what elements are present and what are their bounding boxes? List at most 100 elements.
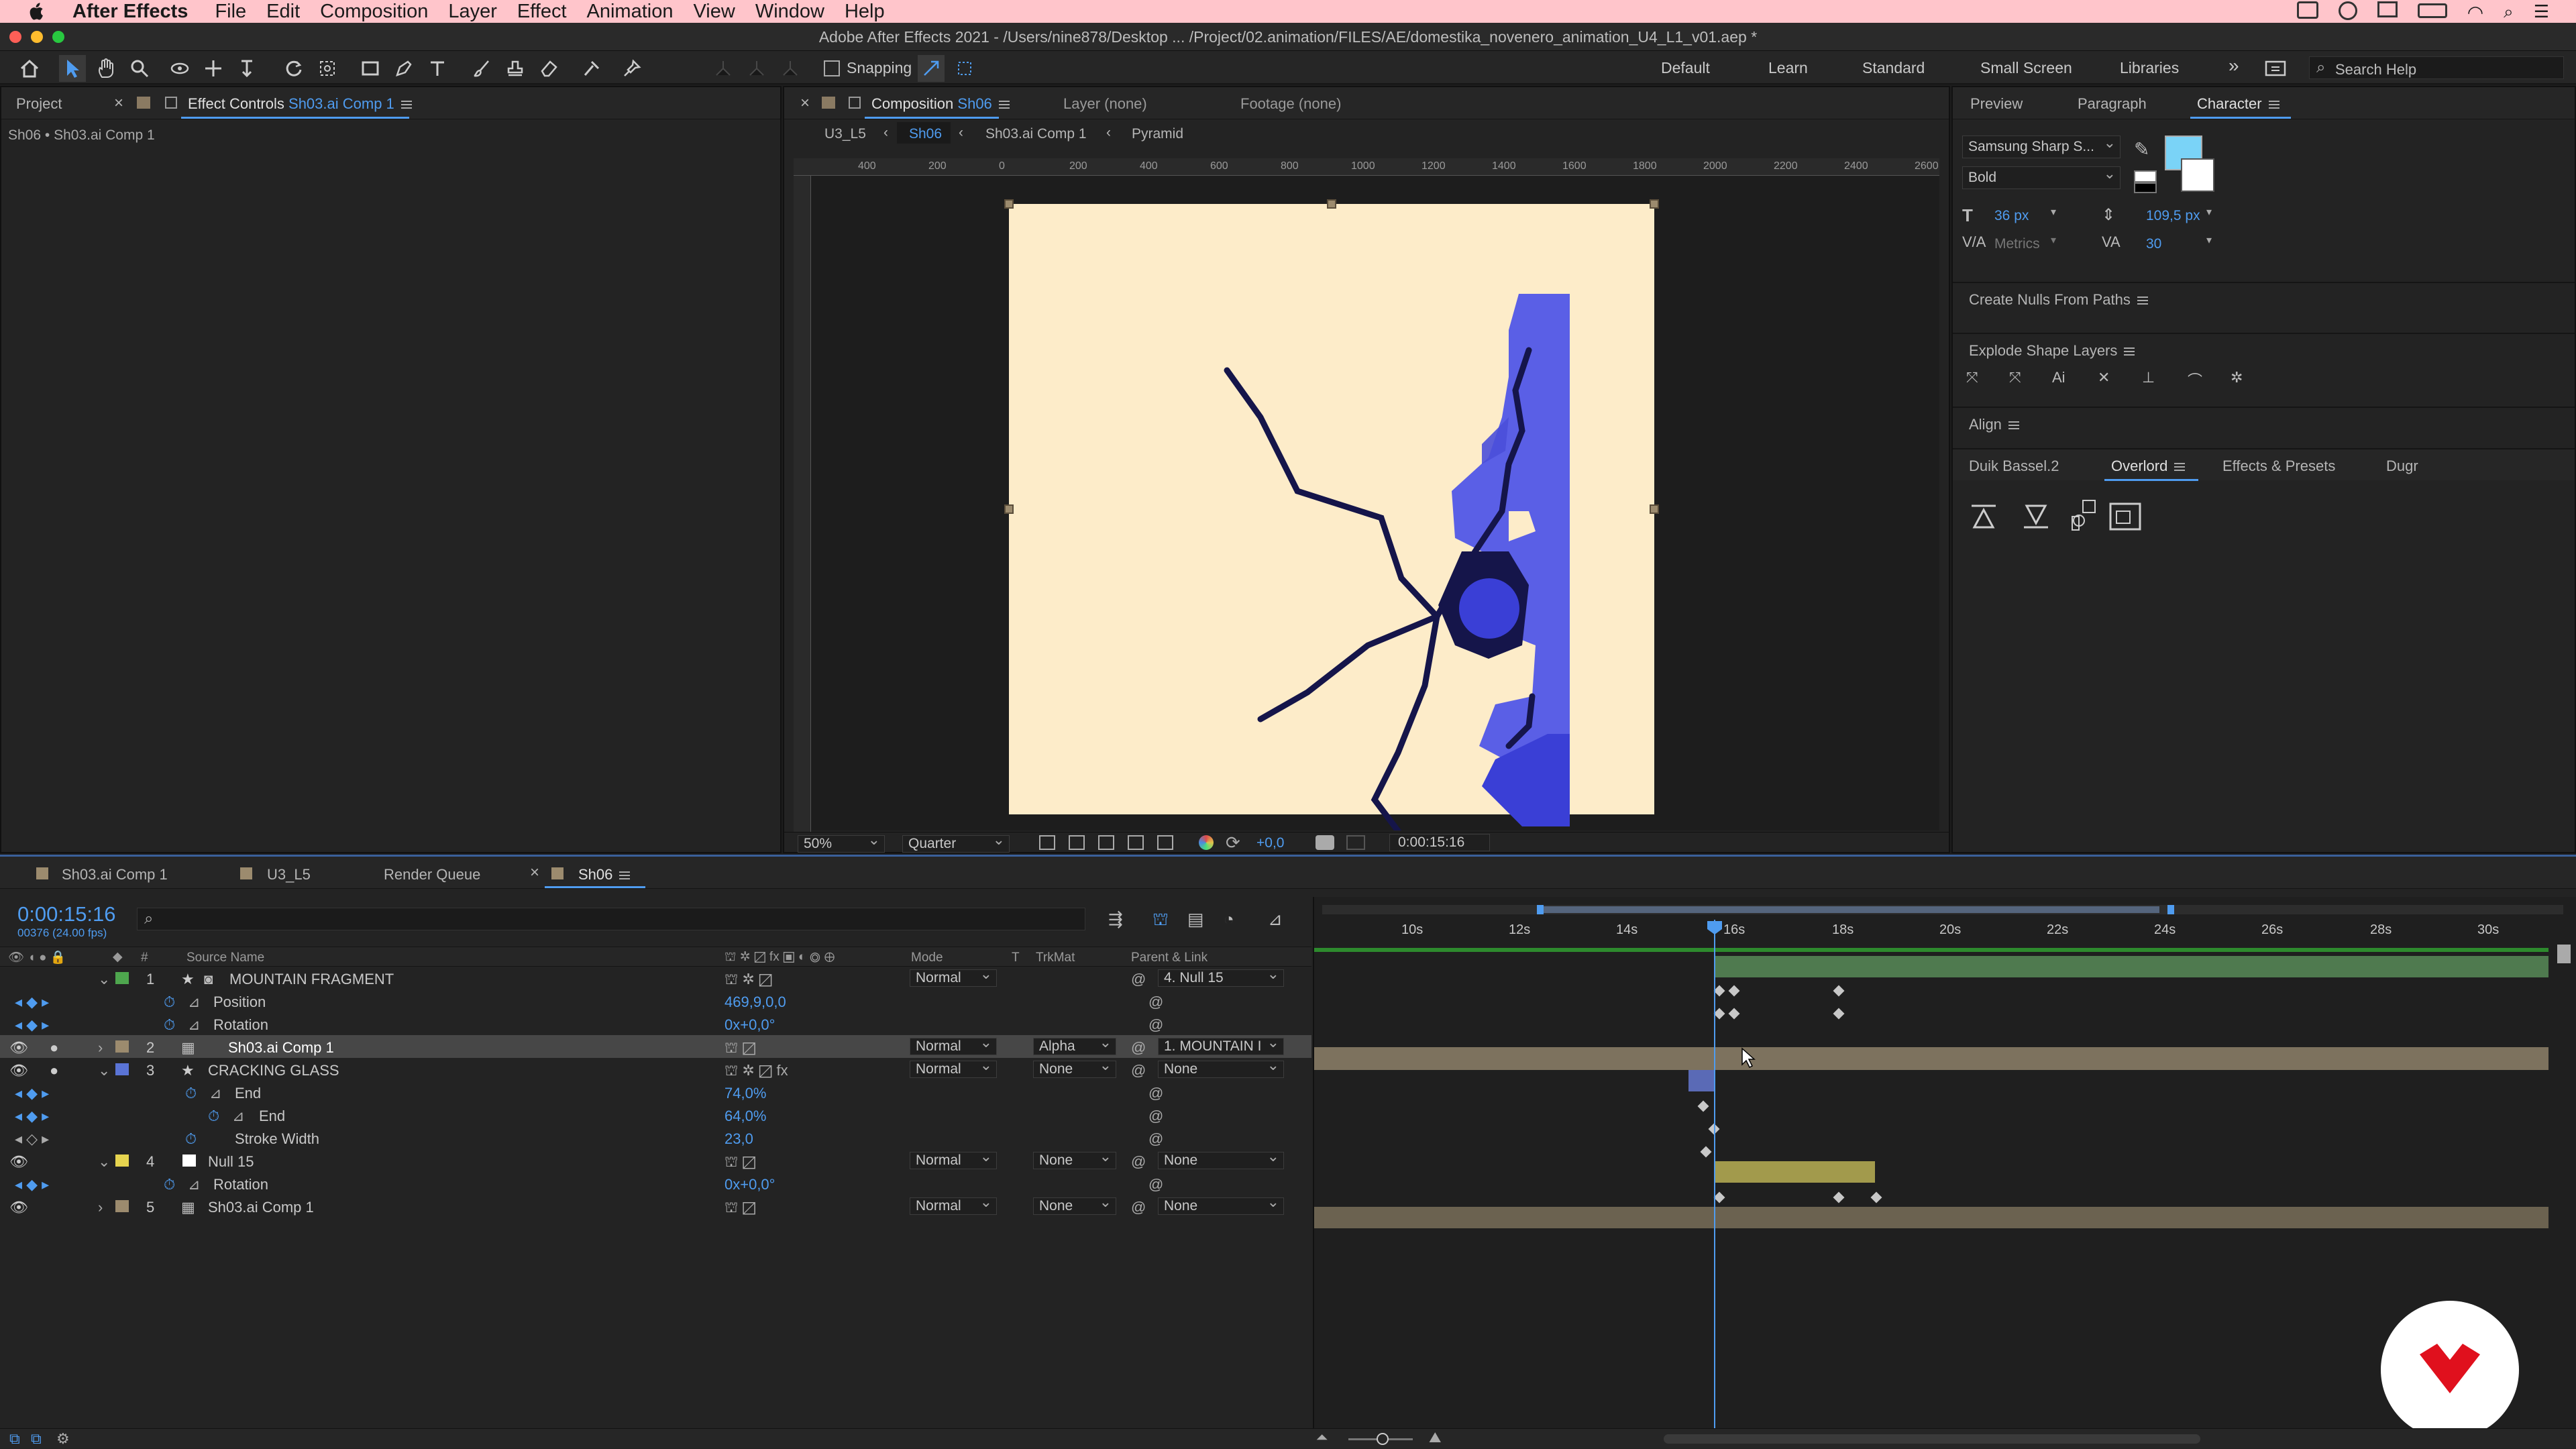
workspace-learn[interactable]: Learn	[1768, 59, 1808, 77]
workspace-default[interactable]: Default	[1661, 59, 1710, 77]
tab-dugr[interactable]: Dugr	[2386, 458, 2418, 475]
label-color-chip[interactable]	[115, 1200, 129, 1212]
property-row-position[interactable]: ◂ ◆ ▸ ⏱ ⊿ Position 469,9,0,0 @	[0, 989, 1311, 1012]
keyframe-navigator-icon[interactable]: ◂ ◆ ▸	[15, 1085, 49, 1102]
graph-icon[interactable]: ⊿	[188, 994, 200, 1011]
horizontal-scrollbar[interactable]	[1664, 1434, 2200, 1444]
color-channels-icon[interactable]	[1199, 835, 1214, 850]
layer-name[interactable]: Sh03.ai Comp 1	[208, 1199, 314, 1216]
kerning-caret-icon[interactable]: ▾	[2051, 233, 2056, 247]
timeline-tab-render-queue[interactable]: Render Queue	[384, 866, 480, 883]
region-of-interest-icon[interactable]	[1039, 835, 1055, 850]
snapping-checkbox[interactable]	[824, 60, 840, 76]
clone-stamp-tool-icon[interactable]	[502, 55, 529, 82]
comp-panel-menu-icon[interactable]	[998, 101, 1010, 109]
wifi-icon[interactable]: ◠	[2467, 1, 2483, 23]
stroke-width-value[interactable]: 23,0	[724, 1130, 753, 1148]
rotation2-value[interactable]: 0x+0,0°	[724, 1176, 775, 1193]
zoom-tool-icon[interactable]	[126, 55, 153, 82]
frame-blending-icon[interactable]: ▤	[1187, 909, 1204, 930]
expression-pickwhip-icon[interactable]: @	[1148, 1085, 1163, 1102]
exposure-value[interactable]: +0,0	[1256, 835, 1284, 851]
roto-brush-tool-icon[interactable]	[578, 55, 605, 82]
visibility-eye-icon[interactable]: 👁	[9, 1153, 28, 1171]
label-color-chip[interactable]	[115, 1063, 129, 1075]
character-menu-icon[interactable]	[2268, 101, 2279, 109]
leading-caret-icon[interactable]: ▾	[2206, 205, 2212, 219]
layer-switches[interactable]: ⛫ ✲ ⧄ fx	[724, 1062, 788, 1081]
keyframe-marker[interactable]	[1833, 1191, 1845, 1203]
property-row-rotation-2[interactable]: ◂ ◆ ▸ ⏱ ⊿ Rotation 0x+0,0° @	[0, 1172, 1311, 1195]
position-value[interactable]: 469,9,0,0	[724, 994, 786, 1011]
stroke-color-swatch[interactable]	[2181, 158, 2214, 192]
layer-bar-null-15[interactable]	[1714, 1161, 1875, 1183]
timeline-tab-sh03[interactable]: Sh03.ai Comp 1	[62, 866, 168, 883]
pick-whip-icon[interactable]: @	[1131, 971, 1146, 988]
overlord-settings-icon[interactable]	[2071, 499, 2098, 534]
type-tool-icon[interactable]	[424, 55, 451, 82]
tab-footage[interactable]: Footage (none)	[1240, 95, 1341, 113]
layer-name[interactable]: CRACKING GLASS	[208, 1062, 339, 1079]
time-ruler[interactable]: 10s 12s 14s 16s 18s 20s 22s 24s 26s 28s …	[1314, 920, 2548, 944]
nav-comp-pyramid[interactable]: Pyramid	[1132, 126, 1183, 142]
explode-shape-menu-icon[interactable]	[2124, 347, 2135, 356]
font-size-caret-icon[interactable]: ▾	[2051, 205, 2056, 219]
menu-app-name[interactable]: After Effects	[72, 1, 188, 23]
explode-tool-x-icon[interactable]: ✕	[2098, 369, 2110, 386]
graph-icon[interactable]: ⊿	[188, 1016, 200, 1034]
pan-camera-tool-icon[interactable]	[200, 55, 227, 82]
tab-composition[interactable]: Composition Sh06	[871, 95, 1010, 113]
workspace-standard[interactable]: Standard	[1862, 59, 1925, 77]
end-value[interactable]: 74,0%	[724, 1085, 766, 1102]
menu-layer[interactable]: Layer	[448, 1, 497, 23]
layer-row[interactable]: ⌄ 1 ★ ◙ MOUNTAIN FRAGMENT ⛫ ✲ ⧄ Normal @…	[0, 966, 1311, 989]
current-time-indicator[interactable]	[1714, 920, 1715, 1440]
keyframe-navigator-icon[interactable]: ◂ ◆ ▸	[15, 1016, 49, 1034]
layer-search-input[interactable]: ⌕	[137, 908, 1085, 930]
menu-file[interactable]: File	[215, 1, 246, 23]
close-timeline-tab-icon[interactable]: ×	[530, 863, 539, 882]
home-icon[interactable]	[16, 55, 43, 82]
overlord-push-icon[interactable]	[1969, 503, 1998, 530]
navigator-end-handle[interactable]	[2167, 905, 2174, 914]
pick-whip-icon[interactable]: @	[1131, 1039, 1146, 1057]
white-swatch[interactable]	[2134, 170, 2157, 182]
snapshot-camera-icon[interactable]	[1316, 835, 1334, 850]
expression-pickwhip-icon[interactable]: @	[1148, 1130, 1163, 1148]
layer-switches[interactable]: ⛫ ⧄	[724, 1153, 756, 1173]
twirl-closed-icon[interactable]: ›	[98, 1039, 103, 1057]
show-snapshot-icon[interactable]	[1346, 835, 1365, 850]
menu-effect[interactable]: Effect	[517, 1, 567, 23]
layer-bar-sh03-selected[interactable]	[1314, 1047, 2548, 1070]
align-menu-icon[interactable]	[2008, 421, 2019, 430]
shy-layers-icon[interactable]: ⛫	[1152, 909, 1169, 932]
search-help-field[interactable]: ⌕ Search Help	[2309, 56, 2564, 79]
explode-tool-1-icon[interactable]: ⤧	[1966, 369, 1978, 386]
end2-value[interactable]: 64,0%	[724, 1108, 766, 1125]
graph-editor-icon[interactable]: ⊿	[1268, 909, 1283, 930]
property-row-end-2[interactable]: ◂ ◆ ▸ ⏱ ⊿ End 64,0% @	[0, 1104, 1311, 1126]
render-time-toggle-icon[interactable]: ⚙	[56, 1430, 70, 1448]
creative-cloud-icon[interactable]	[2338, 1, 2357, 20]
av-features-header-icon[interactable]: 👁 ◖ ● 🔒	[8, 949, 66, 965]
keyframe-marker[interactable]	[1713, 1008, 1725, 1020]
view-axis-mode-icon[interactable]	[777, 55, 804, 82]
switches-header-icon[interactable]: ⛫ ✲ ⧄ fx ▣ ◐ ◎ ⊕	[724, 949, 835, 966]
property-row-end[interactable]: ◂ ◆ ▸ ⏱ ⊿ End 74,0% @	[0, 1081, 1311, 1104]
explode-tool-5-icon[interactable]: ⊥	[2142, 369, 2155, 386]
pick-whip-icon[interactable]: @	[1131, 1153, 1146, 1171]
snap-to-edges-icon[interactable]	[918, 55, 945, 82]
stopwatch-icon[interactable]: ⏱	[164, 1176, 175, 1193]
tracking-caret-icon[interactable]: ▾	[2206, 233, 2212, 247]
parent-dropdown[interactable]: None	[1158, 1148, 1284, 1169]
property-row-stroke-width[interactable]: ◂ ◇ ▸ ⏱ Stroke Width 23,0 @	[0, 1126, 1311, 1149]
control-center-icon[interactable]: ☰	[2534, 1, 2549, 23]
font-style-dropdown[interactable]: Bold	[1962, 163, 2121, 189]
resolution-dropdown[interactable]: Quarter	[902, 832, 1010, 853]
keyframe-marker[interactable]	[1728, 985, 1740, 997]
menu-animation[interactable]: Animation	[587, 1, 674, 23]
tab-project[interactable]: Project	[16, 95, 62, 113]
keyframe-marker[interactable]	[1833, 1008, 1845, 1020]
anchor-point-tool-icon[interactable]	[314, 55, 341, 82]
layer-name[interactable]: MOUNTAIN FRAGMENT	[229, 971, 394, 988]
